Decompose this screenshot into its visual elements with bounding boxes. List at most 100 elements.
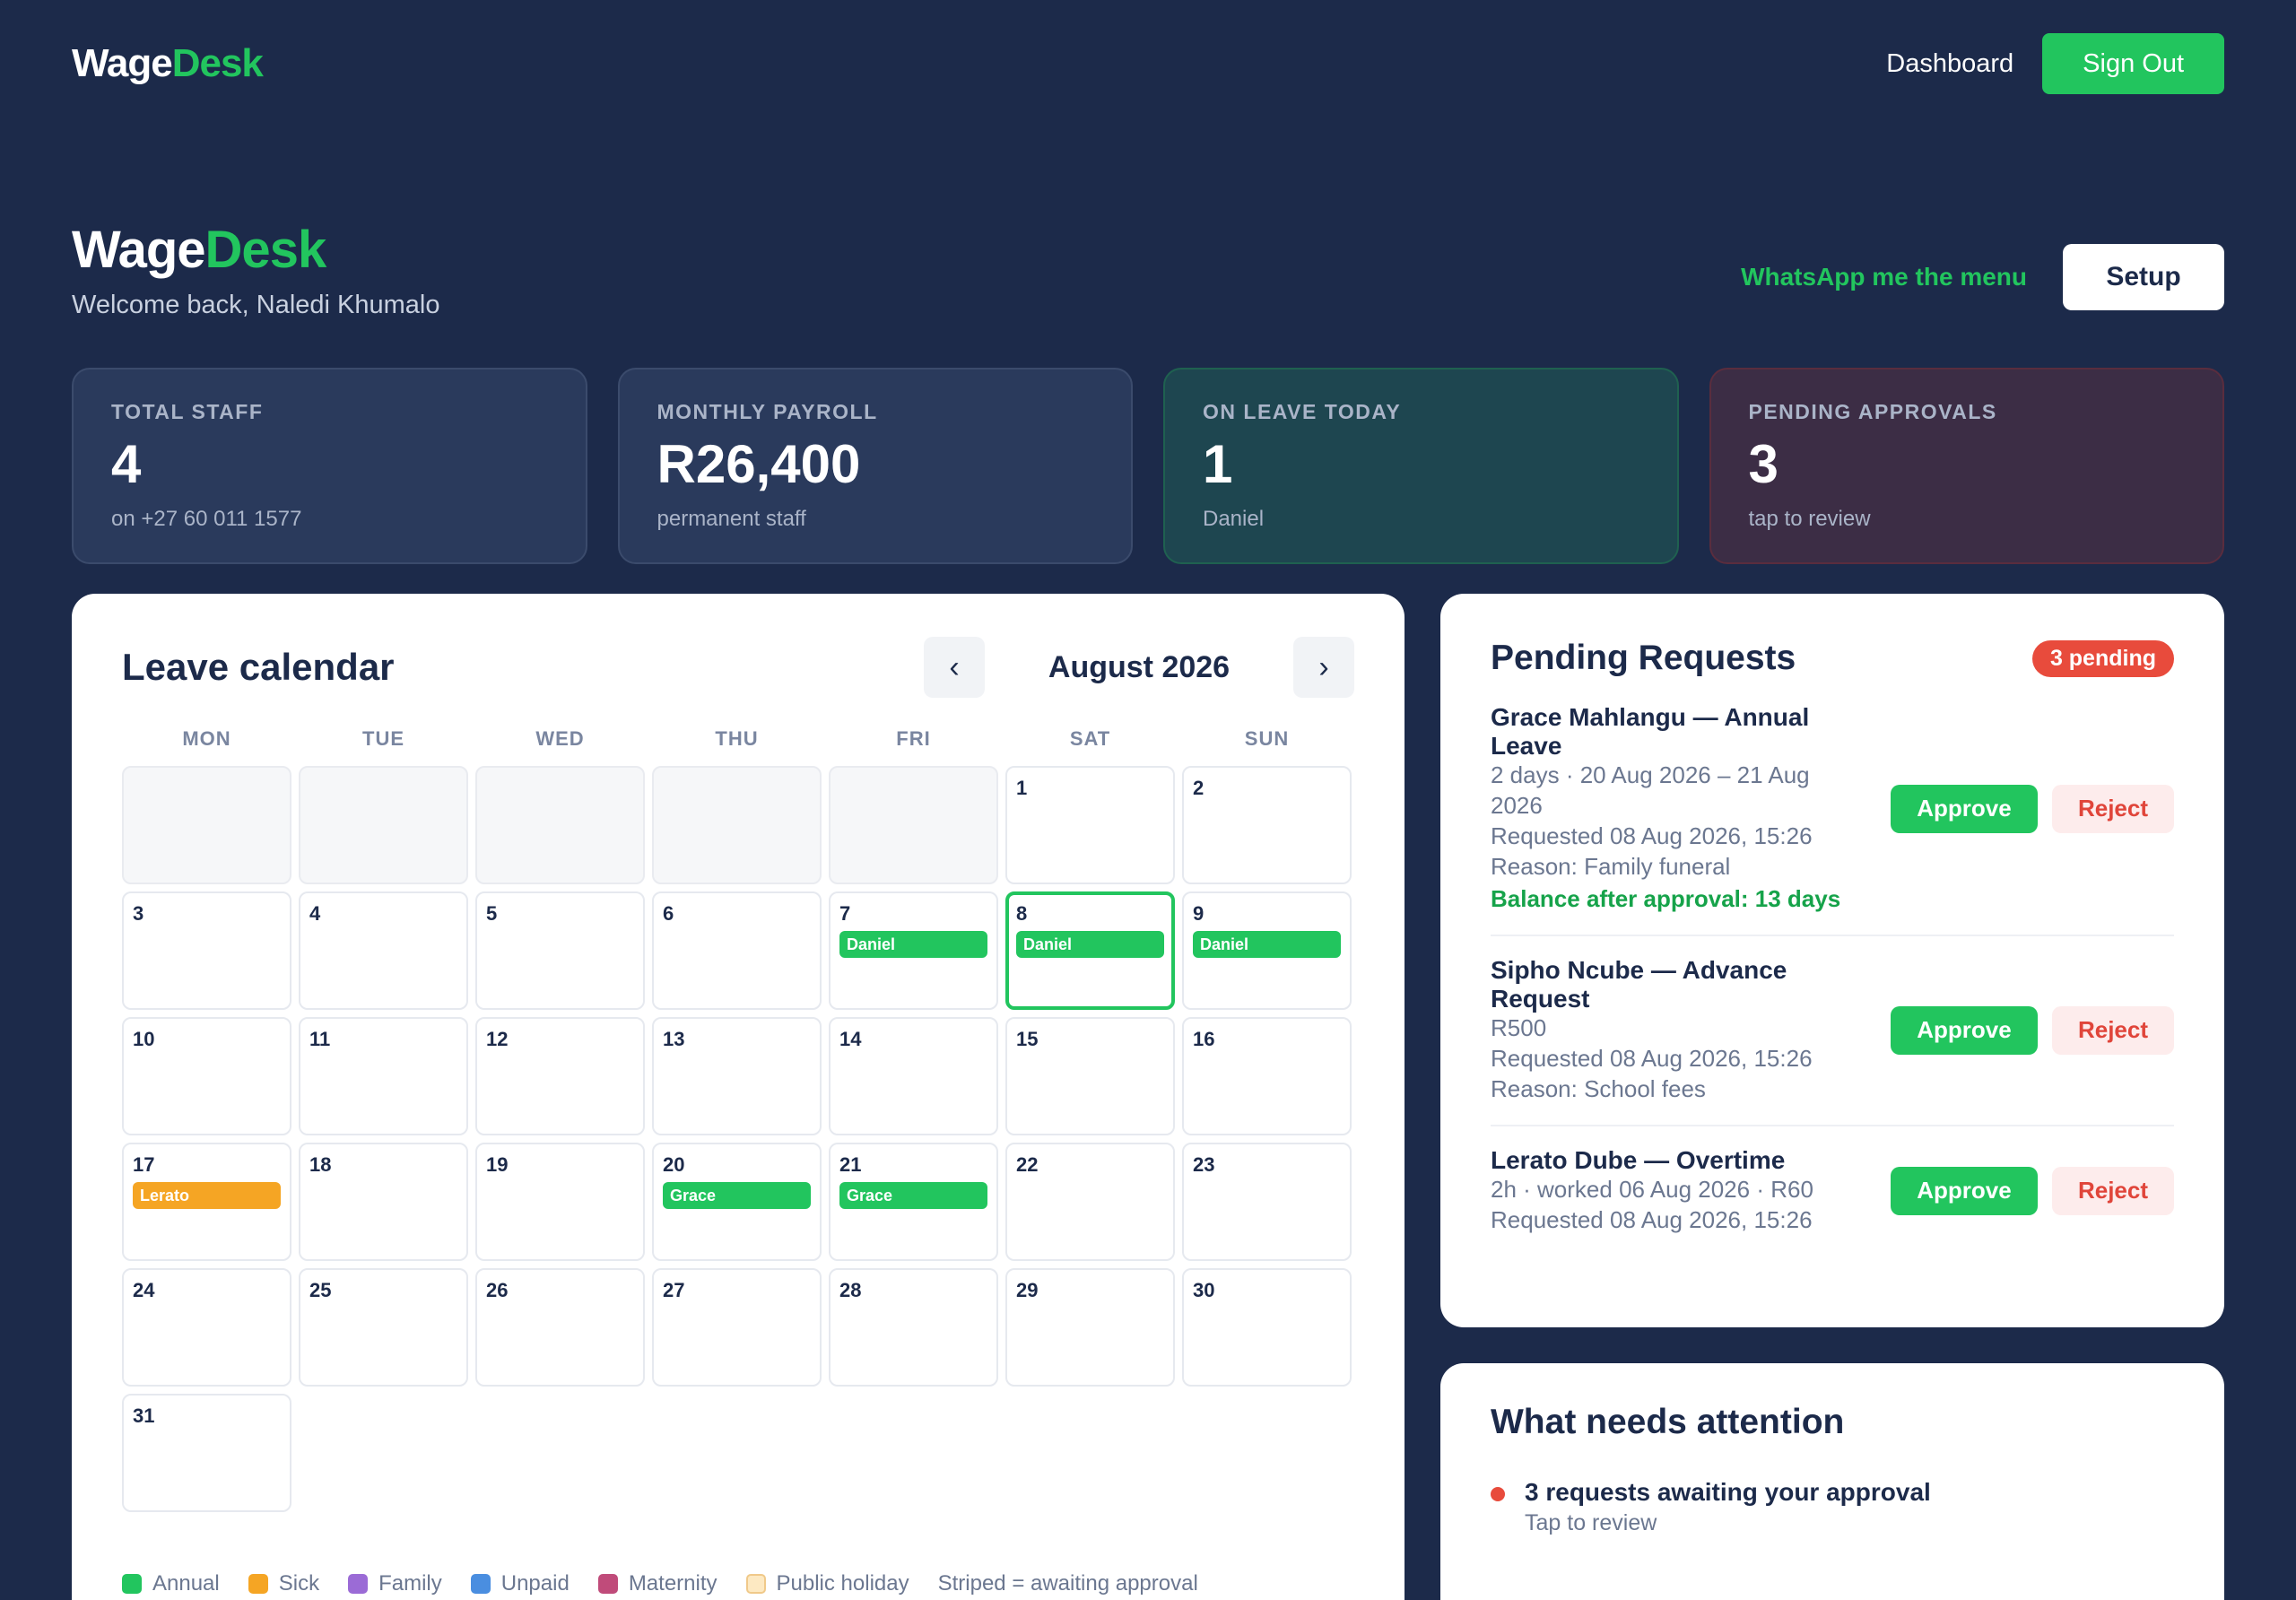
whatsapp-menu-link[interactable]: WhatsApp me the menu [1741,263,2027,291]
calendar-day[interactable]: 31 [122,1394,291,1512]
calendar-day[interactable]: 1 [1005,766,1175,884]
stat-label: ON LEAVE TODAY [1203,400,1402,423]
attention-item-sub: Tap to review [1525,1510,1657,1535]
leave-chip[interactable]: Grace [663,1182,811,1209]
approve-button[interactable]: Approve [1891,1005,2038,1055]
legend-label: Annual [152,1571,220,1596]
stat-card-pending-approvals[interactable]: PENDING APPROVALS 3 tap to review [1709,368,2224,564]
day-number: 7 [839,902,851,925]
approve-button[interactable]: Approve [1891,1166,2038,1215]
calendar-day[interactable]: 30 [1182,1268,1352,1387]
legend-label: Family [378,1571,442,1596]
attention-item-title: 3 requests awaiting your approval [1525,1478,1931,1506]
next-month-button[interactable]: › [1293,637,1354,698]
calendar-day[interactable]: 13 [652,1017,822,1135]
pending-title: Pending Requests [1491,639,1796,677]
calendar-day[interactable]: 11 [299,1017,468,1135]
request-title: Lerato Dube — Overtime [1491,1145,1786,1174]
day-number: 28 [839,1279,862,1301]
request-detail-line: 2h · worked 06 Aug 2026 · R60 [1491,1175,1813,1203]
calendar-day[interactable]: 5 [475,891,645,1010]
day-number: 17 [133,1153,155,1176]
calendar-day[interactable]: 26 [475,1268,645,1387]
legend-item: Unpaid [470,1571,570,1596]
request-title: Grace Mahlangu — Annual Leave [1491,703,1810,761]
stat-card-total-staff[interactable]: TOTAL STAFF 4 on +27 60 011 1577 [72,368,587,564]
calendar-day[interactable]: 4 [299,891,468,1010]
request-detail-line: Requested 08 Aug 2026, 15:26 [1491,1205,1813,1233]
page-header: WageDesk Welcome back, Naledi Khumalo Wh… [72,224,2224,332]
day-number: 24 [133,1279,155,1301]
stat-label: TOTAL STAFF [111,400,264,423]
weekday-header-row: MON TUE WED THU FRI SAT SUN [122,719,1354,759]
leave-calendar-card: Leave calendar ‹ August 2026 › MON TUE WED… [72,594,1405,1600]
calendar-grid: 1 2 3 4 5 6 7 Daniel 8 Daniel 9 Daniel 10 11 12 13 14 15 1… [122,766,1354,1512]
stat-sub: permanent staff [657,507,806,531]
stat-card-on-leave-today[interactable]: ON LEAVE TODAY 1 Daniel [1163,368,1679,564]
calendar-day[interactable]: 9 Daniel [1182,891,1352,1010]
calendar-day[interactable]: 12 [475,1017,645,1135]
sign-out-button[interactable]: Sign Out [2042,33,2224,94]
calendar-day[interactable]: 17 Lerato [122,1143,291,1261]
calendar-day[interactable]: 18 [299,1143,468,1261]
calendar-day[interactable]: 23 [1182,1143,1352,1261]
calendar-day[interactable]: 29 [1005,1268,1175,1387]
leave-chip[interactable]: Grace [839,1182,987,1209]
day-number: 19 [486,1153,509,1176]
calendar-day[interactable]: 10 [122,1017,291,1135]
day-number: 8 [1016,902,1028,925]
calendar-day[interactable]: 7 Daniel [829,891,998,1010]
day-number: 5 [486,902,498,925]
reject-button[interactable]: Reject [2052,1166,2174,1215]
legend-item: Maternity [597,1571,718,1596]
setup-button[interactable]: Setup [2063,244,2224,310]
dashboard-link[interactable]: Dashboard [1886,49,2013,79]
calendar-day[interactable]: 27 [652,1268,822,1387]
legend-swatch [348,1574,369,1594]
calendar-day[interactable]: 14 [829,1017,998,1135]
legend-note: Striped = awaiting approval [937,1571,1198,1596]
leave-chip[interactable]: Daniel [839,931,987,958]
reject-button[interactable]: Reject [2052,1005,2174,1055]
leave-chip[interactable]: Daniel [1193,931,1341,958]
day-number: 16 [1193,1028,1215,1050]
calendar-day[interactable]: 16 [1182,1017,1352,1135]
reject-button[interactable]: Reject [2052,784,2174,833]
stat-card-monthly-payroll[interactable]: MONTHLY PAYROLL R26,400 permanent staff [617,368,1133,564]
request-detail-line: R500 [1491,1014,1547,1042]
request-detail-line: Requested 08 Aug 2026, 15:26 [1491,1045,1813,1073]
day-number: 10 [133,1028,155,1050]
calendar-day[interactable]: 2 [1182,766,1352,884]
day-number: 31 [133,1404,155,1427]
calendar-day[interactable]: 21 Grace [829,1143,998,1261]
page-title: WageDesk [72,224,440,276]
header-left: WageDesk Welcome back, Naledi Khumalo [72,224,440,320]
calendar-day[interactable]: 20 Grace [652,1143,822,1261]
approve-button[interactable]: Approve [1891,784,2038,833]
weekday-label: TUE [362,727,404,750]
calendar-day[interactable]: 28 [829,1268,998,1387]
calendar-day[interactable]: 3 [122,891,291,1010]
calendar-title: Leave calendar [122,646,395,688]
attention-item-text: 3 requests awaiting your approval Tap to… [1525,1478,1931,1536]
day-number: 15 [1016,1028,1039,1050]
calendar-day[interactable]: 22 [1005,1143,1175,1261]
header-actions: WhatsApp me the menu Setup [1741,244,2224,310]
leave-chip[interactable]: Lerato [133,1182,281,1209]
calendar-day[interactable]: 6 [652,891,822,1010]
weekday-label: WED [535,727,585,750]
legend-item: Family [348,1571,442,1596]
day-number: 26 [486,1279,509,1301]
calendar-day[interactable]: 25 [299,1268,468,1387]
calendar-day[interactable]: 15 [1005,1017,1175,1135]
calendar-day[interactable]: 24 [122,1268,291,1387]
brand-logo[interactable]: WageDesk [72,41,264,86]
day-number: 2 [1193,777,1205,799]
leave-chip[interactable]: Daniel [1016,931,1164,958]
request-list: Grace Mahlangu — Annual Leave 2 days · 20… [1491,683,2174,1256]
calendar-day-today[interactable]: 8 Daniel [1005,891,1175,1010]
prev-month-button[interactable]: ‹ [924,637,985,698]
calendar-day[interactable]: 19 [475,1143,645,1261]
attention-item[interactable]: 3 requests awaiting your approval Tap to… [1491,1478,2174,1536]
request-actions: Approve Reject [1891,1005,2174,1055]
